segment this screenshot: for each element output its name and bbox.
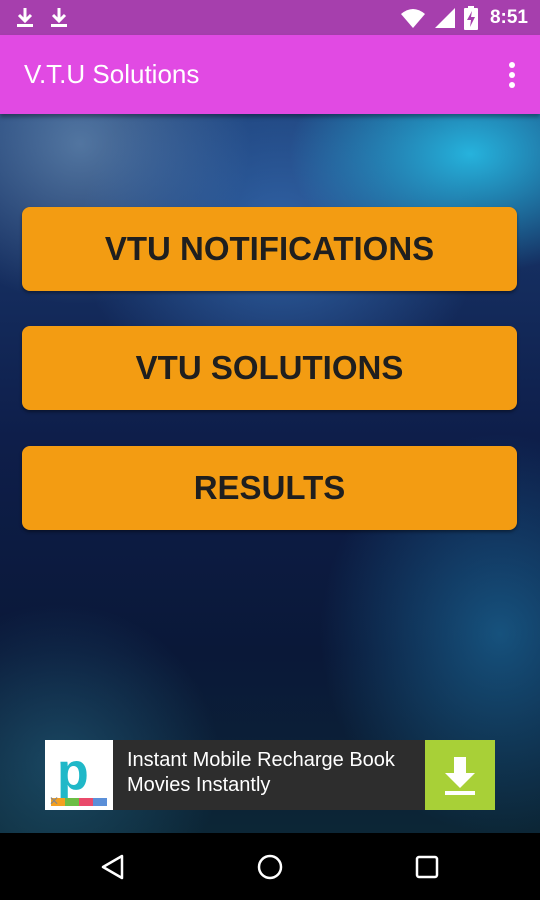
more-vert-icon[interactable]: [504, 59, 520, 91]
recents-icon[interactable]: [411, 851, 443, 883]
app-title: V.T.U Solutions: [24, 59, 200, 89]
home-icon[interactable]: [254, 851, 286, 883]
vtu-notifications-button[interactable]: VTU NOTIFICATIONS: [22, 207, 517, 291]
main-content: VTU NOTIFICATIONS VTU SOLUTIONS RESULTS: [0, 114, 540, 833]
ad-close-icon[interactable]: ✕: [49, 794, 59, 808]
download-icon: [51, 8, 67, 27]
vtu-solutions-button[interactable]: VTU SOLUTIONS: [22, 326, 517, 410]
ad-text[interactable]: Instant Mobile Recharge Book Movies Inst…: [113, 740, 425, 810]
download-icon: [17, 8, 33, 27]
app-bar: V.T.U Solutions: [0, 35, 540, 114]
battery-charging-icon: [463, 5, 478, 30]
ad-logo-stripe: [51, 798, 107, 806]
back-icon[interactable]: [97, 851, 129, 883]
cellular-signal-icon: [434, 7, 455, 28]
wifi-icon: [400, 8, 425, 28]
ad-download-button[interactable]: [425, 740, 495, 810]
ad-banner[interactable]: p ✕ Instant Mobile Recharge Book Movies …: [45, 740, 495, 810]
ad-logo[interactable]: p ✕: [45, 740, 113, 810]
results-button[interactable]: RESULTS: [22, 446, 517, 530]
ad-logo-letter: p: [57, 743, 89, 801]
navigation-bar: [0, 833, 540, 900]
clock: 8:51: [489, 6, 528, 28]
status-bar: 8:51: [0, 0, 540, 35]
download-icon: [445, 757, 475, 795]
